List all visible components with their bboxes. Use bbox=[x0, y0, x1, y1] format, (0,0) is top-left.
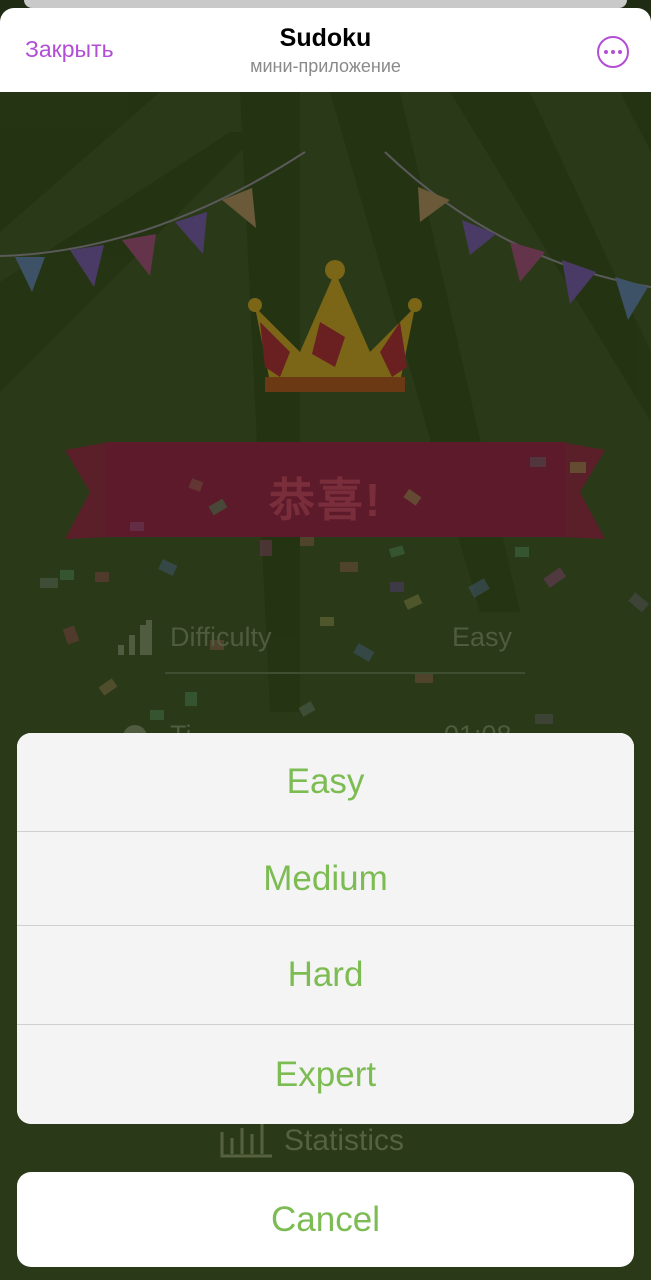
sheet-grabber bbox=[24, 0, 627, 8]
more-dots-icon[interactable] bbox=[597, 36, 629, 68]
difficulty-value: Easy bbox=[452, 622, 513, 652]
option-hard[interactable]: Hard bbox=[17, 926, 634, 1024]
option-medium[interactable]: Medium bbox=[17, 832, 634, 925]
statistics-button[interactable]: Statistics bbox=[284, 1124, 404, 1158]
app-title: Sudoku bbox=[279, 24, 372, 52]
option-easy[interactable]: Easy bbox=[17, 733, 634, 831]
difficulty-label: Difficulty bbox=[170, 622, 272, 652]
option-expert[interactable]: Expert bbox=[17, 1025, 634, 1124]
app-subtitle: мини-приложение bbox=[250, 56, 401, 76]
cancel-button[interactable]: Cancel bbox=[17, 1172, 634, 1267]
statistics-icon bbox=[220, 1122, 272, 1158]
row-divider bbox=[165, 672, 525, 674]
congratulations-banner-text: 恭喜! bbox=[268, 474, 383, 526]
difficulty-action-sheet: Easy Medium Hard Expert bbox=[17, 733, 634, 1124]
difficulty-icon bbox=[118, 620, 152, 655]
mini-app-header: Закрыть Sudoku мини-приложение bbox=[0, 8, 651, 92]
